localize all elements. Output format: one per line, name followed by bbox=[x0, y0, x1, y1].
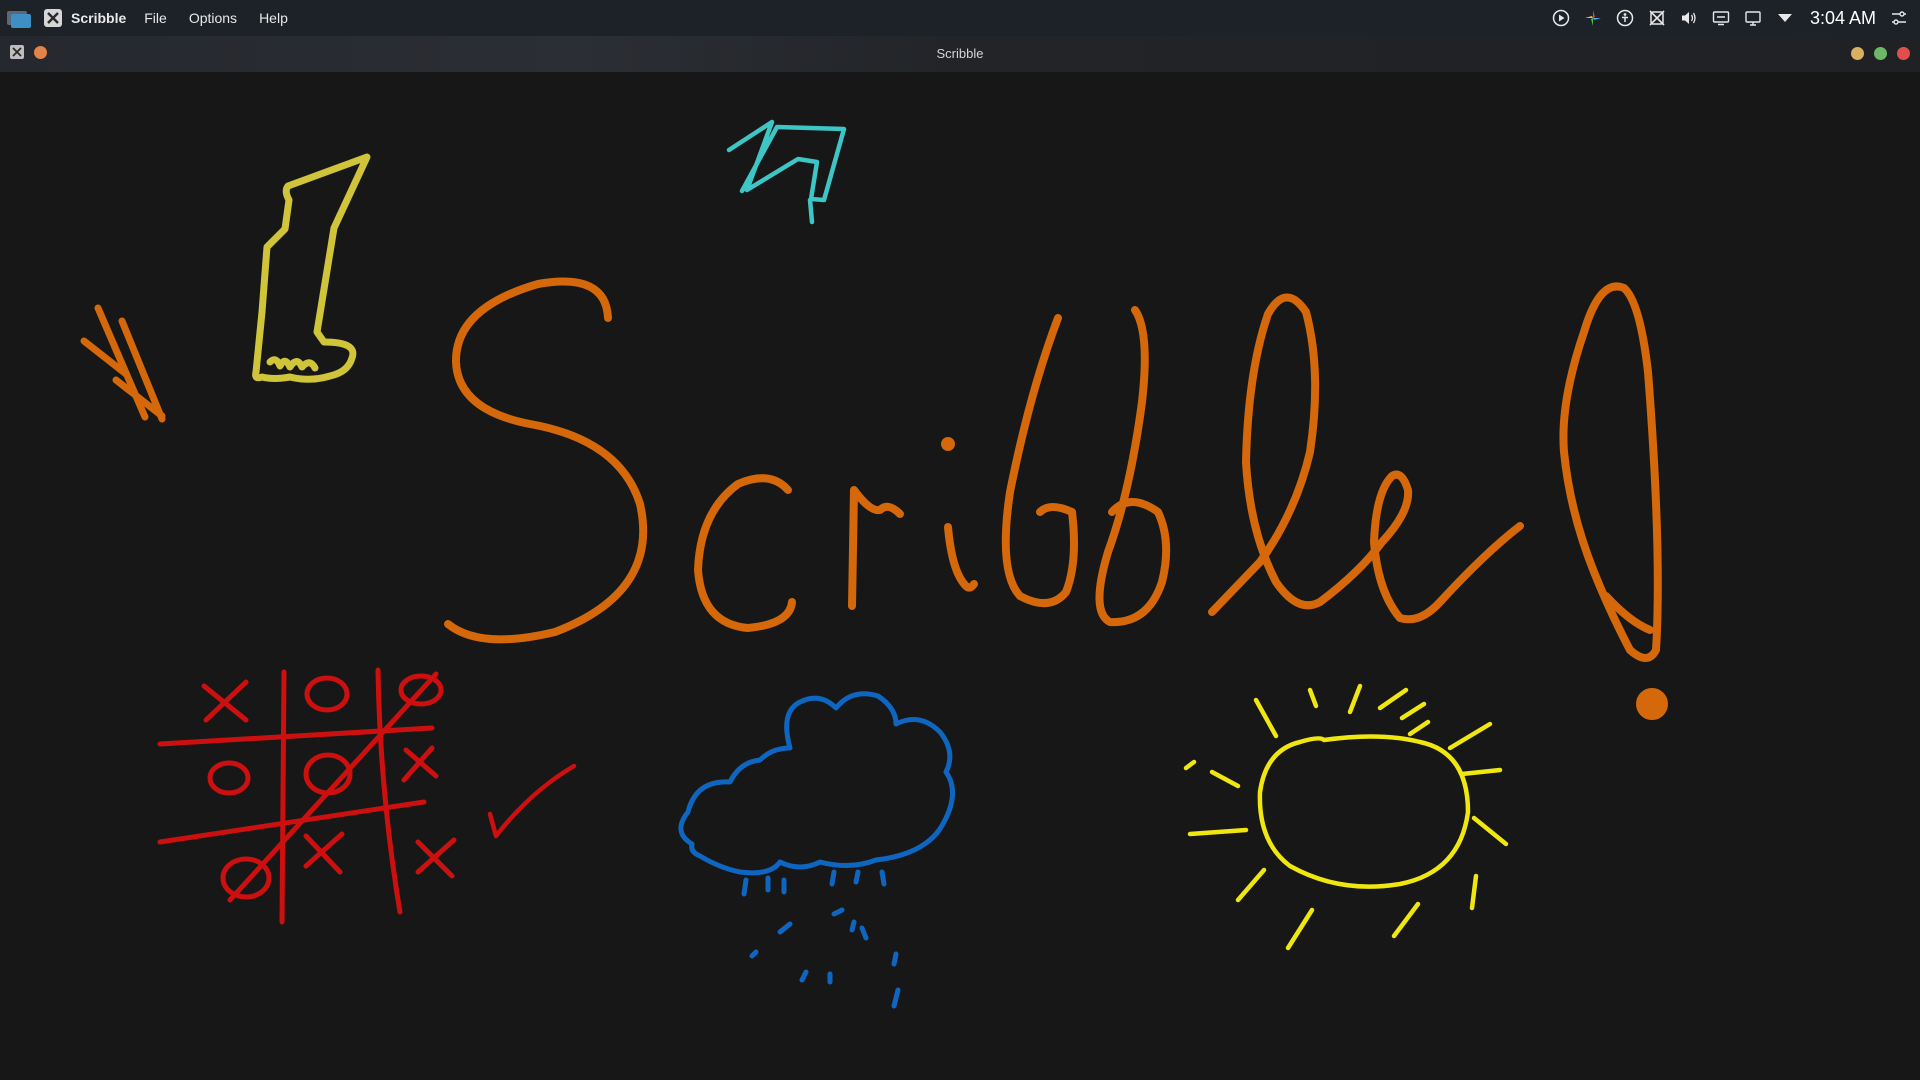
window-title: Scribble bbox=[936, 46, 984, 61]
system-menubar: Scribble File Options Help 3:04 AM bbox=[0, 0, 1920, 36]
tic-tac-toe-drawing bbox=[157, 667, 457, 925]
network-disabled-icon[interactable] bbox=[1648, 9, 1666, 27]
raised-fist-drawing bbox=[252, 153, 371, 383]
scribble-app-icon bbox=[44, 9, 62, 27]
color-pinwheel-icon[interactable] bbox=[1584, 9, 1602, 27]
hash-sign-drawing bbox=[80, 304, 166, 423]
wifi-icon[interactable] bbox=[1776, 9, 1794, 27]
minimize-button[interactable] bbox=[1851, 47, 1864, 60]
scribble-headline-drawing bbox=[444, 277, 1668, 720]
check-mark-drawing bbox=[487, 763, 577, 839]
volume-icon[interactable] bbox=[1680, 9, 1698, 27]
status-tray: 3:04 AM bbox=[1552, 0, 1908, 36]
menu-file[interactable]: File bbox=[144, 10, 167, 26]
clock[interactable]: 3:04 AM bbox=[1810, 8, 1876, 29]
close-button[interactable] bbox=[1897, 47, 1910, 60]
sun-drawing bbox=[1183, 683, 1509, 951]
accessibility-icon[interactable] bbox=[1616, 9, 1634, 27]
drawing-canvas[interactable] bbox=[0, 72, 1920, 1080]
control-center-icon[interactable] bbox=[1890, 9, 1908, 27]
rain-cloud-drawing bbox=[678, 691, 955, 1009]
play-circle-icon[interactable] bbox=[1552, 9, 1570, 27]
lightning-bolt-drawing bbox=[726, 119, 847, 225]
monitor-icon[interactable] bbox=[1744, 9, 1762, 27]
window-titlebar: Scribble bbox=[0, 36, 1920, 73]
app-name[interactable]: Scribble bbox=[71, 10, 126, 26]
maximize-button[interactable] bbox=[1874, 47, 1887, 60]
app-launcher-icon[interactable] bbox=[6, 8, 32, 28]
menu-help[interactable]: Help bbox=[259, 10, 288, 26]
menu-options[interactable]: Options bbox=[189, 10, 237, 26]
display-settings-icon[interactable] bbox=[1712, 9, 1730, 27]
